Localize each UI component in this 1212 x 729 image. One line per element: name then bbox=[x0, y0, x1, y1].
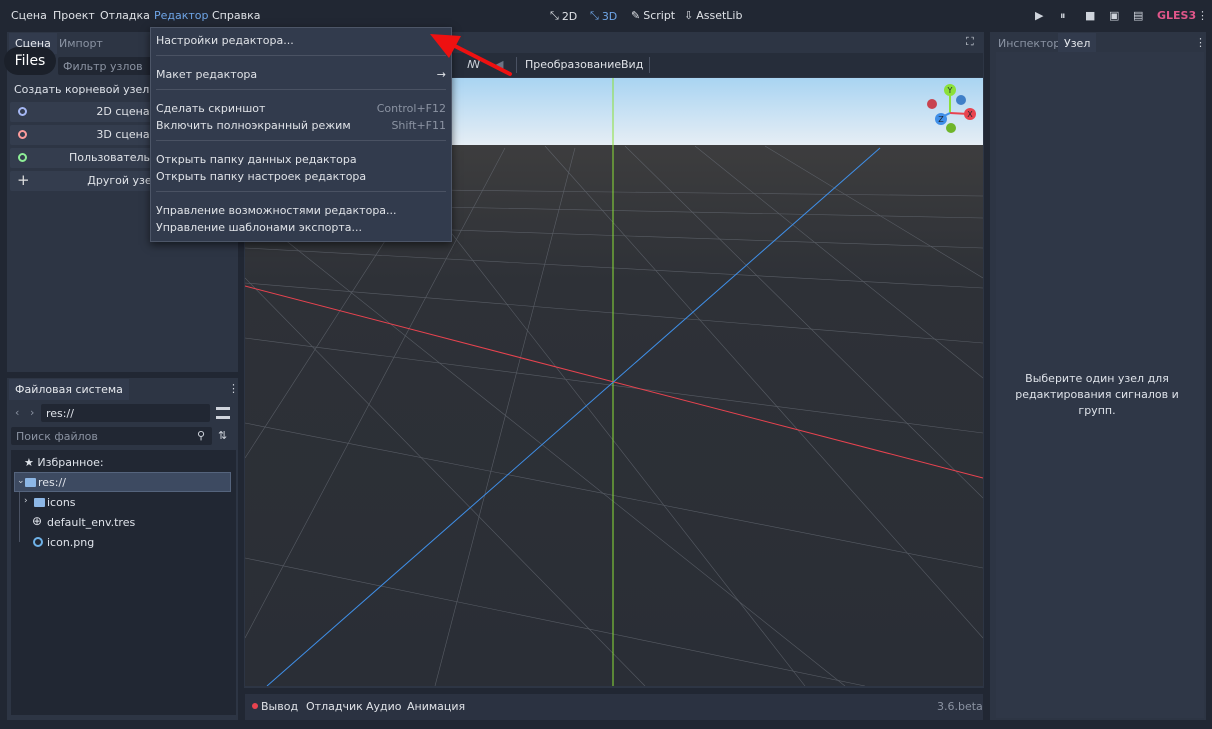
2d-icon: ⤡ bbox=[550, 9, 559, 22]
menu-editor[interactable]: Редактор bbox=[154, 9, 209, 22]
tab-inspector[interactable]: Инспектор bbox=[992, 33, 1066, 54]
workspace-2d-button[interactable]: ⤡ 2D bbox=[550, 9, 577, 23]
toolbar-separator bbox=[649, 57, 650, 73]
menu-scene[interactable]: Сцена bbox=[11, 9, 47, 22]
menu-item-editor-settings[interactable]: Настройки редактора... bbox=[156, 34, 446, 47]
pause-icon[interactable]: ⏸ bbox=[1060, 9, 1066, 23]
debugger-tab[interactable]: Отладчик bbox=[306, 700, 363, 713]
menu-item-fullscreen[interactable]: Включить полноэкранный режим Shift+F11 bbox=[156, 119, 446, 132]
menu-item-open-settings-folder[interactable]: Открыть папку настроек редактора bbox=[156, 170, 446, 183]
environment-icon: ⊕ bbox=[32, 514, 43, 528]
node-panel-message: Выберите один узел для редактирования си… bbox=[1015, 372, 1179, 417]
menu-item-screenshot[interactable]: Сделать скриншот Control+F12 bbox=[156, 102, 446, 115]
menu-item-manage-export-templates[interactable]: Управление шаблонами экспорта... bbox=[156, 221, 446, 234]
3d-icon: ⤡ bbox=[590, 9, 599, 22]
image-icon bbox=[33, 537, 43, 547]
menu-separator bbox=[156, 55, 446, 56]
expand-arrow-icon[interactable]: › bbox=[24, 496, 28, 506]
files-tooltip: Files bbox=[4, 47, 56, 75]
menu-help[interactable]: Справка bbox=[212, 9, 260, 22]
tab-node[interactable]: Узел bbox=[1058, 33, 1097, 54]
favorites-row: ★ Избранное: bbox=[24, 456, 104, 469]
script-icon: ✎ bbox=[631, 9, 641, 22]
menu-item-open-data-folder[interactable]: Открыть папку данных редактора bbox=[156, 153, 446, 166]
folder-icon bbox=[25, 478, 36, 487]
audio-tab[interactable]: Аудио bbox=[366, 700, 402, 713]
menu-separator bbox=[156, 191, 446, 192]
version-label: 3.6.beta bbox=[937, 700, 983, 713]
tree-row-icon-png[interactable]: icon.png bbox=[19, 535, 219, 551]
play-icon[interactable]: ▶ bbox=[1035, 9, 1043, 22]
menu-debug[interactable]: Отладка bbox=[100, 9, 150, 22]
tree-row-res[interactable]: ⌄ res:// bbox=[14, 472, 231, 492]
distraction-free-icon[interactable]: ⛶ bbox=[966, 35, 974, 49]
annotation-arrow-icon bbox=[430, 34, 512, 76]
menu-separator bbox=[156, 140, 446, 141]
renderer-select[interactable]: GLES3 bbox=[1157, 9, 1196, 22]
animation-tab[interactable]: Анимация bbox=[407, 700, 465, 713]
create-root-label: Создать корневой узел: bbox=[14, 83, 154, 96]
assetlib-icon: ⇩ bbox=[684, 9, 694, 22]
tab-filesystem[interactable]: Файловая система bbox=[9, 379, 129, 400]
menu-item-manage-features[interactable]: Управление возможностями редактора... bbox=[156, 204, 446, 217]
editor-menu-dropdown: Настройки редактора... Макет редактора →… bbox=[150, 27, 452, 242]
tab-import[interactable]: Импорт bbox=[53, 33, 109, 54]
forward-icon[interactable]: › bbox=[30, 406, 34, 419]
view-menu[interactable]: Вид bbox=[621, 58, 643, 71]
dock-menu-icon[interactable]: ⋮ bbox=[228, 382, 239, 395]
search-icon: ⚲ bbox=[197, 429, 206, 442]
gizmo-x-label: X bbox=[967, 110, 973, 119]
workspace-script-button[interactable]: ✎ Script bbox=[631, 9, 675, 22]
menu-separator bbox=[156, 89, 446, 90]
menu-item-editor-layout[interactable]: Макет редактора → bbox=[156, 68, 446, 81]
play-scene-icon[interactable]: ▣ bbox=[1109, 9, 1119, 22]
gizmo-z-label: Z bbox=[938, 115, 944, 124]
tree-row-default-env[interactable]: ⊕ default_env.tres bbox=[19, 514, 219, 531]
folder-icon bbox=[34, 498, 45, 507]
menu-project[interactable]: Проект bbox=[53, 9, 95, 22]
sort-icon[interactable]: ⇅ bbox=[218, 429, 227, 442]
error-dot-icon bbox=[252, 703, 258, 709]
star-icon: ★ bbox=[24, 456, 34, 469]
back-icon[interactable]: ‹ bbox=[15, 406, 19, 419]
workspace-3d-button[interactable]: ⤡ 3D bbox=[590, 9, 617, 23]
collapse-arrow-icon[interactable]: ⌄ bbox=[17, 476, 25, 486]
workspace-assetlib-button[interactable]: ⇩ AssetLib bbox=[684, 9, 742, 22]
bottom-panel-bar: Вывод Отладчик Аудио Анимация 3.6.beta bbox=[245, 694, 983, 720]
split-view-icon[interactable] bbox=[216, 407, 230, 419]
tree-row-icons[interactable]: › icons bbox=[19, 495, 219, 511]
dock-menu-icon[interactable]: ⋮ bbox=[1195, 36, 1206, 49]
transform-menu[interactable]: Преобразование bbox=[525, 58, 621, 71]
more-icon[interactable]: ⋮ bbox=[1197, 9, 1208, 22]
gizmo-y-label: Y bbox=[947, 86, 953, 95]
path-field[interactable]: res:// bbox=[41, 404, 210, 422]
file-search-input[interactable]: Поиск файлов bbox=[11, 427, 212, 445]
play-custom-scene-icon[interactable]: ▤ bbox=[1133, 9, 1143, 22]
output-tab[interactable]: Вывод bbox=[261, 700, 298, 713]
stop-icon[interactable]: ■ bbox=[1085, 9, 1095, 22]
